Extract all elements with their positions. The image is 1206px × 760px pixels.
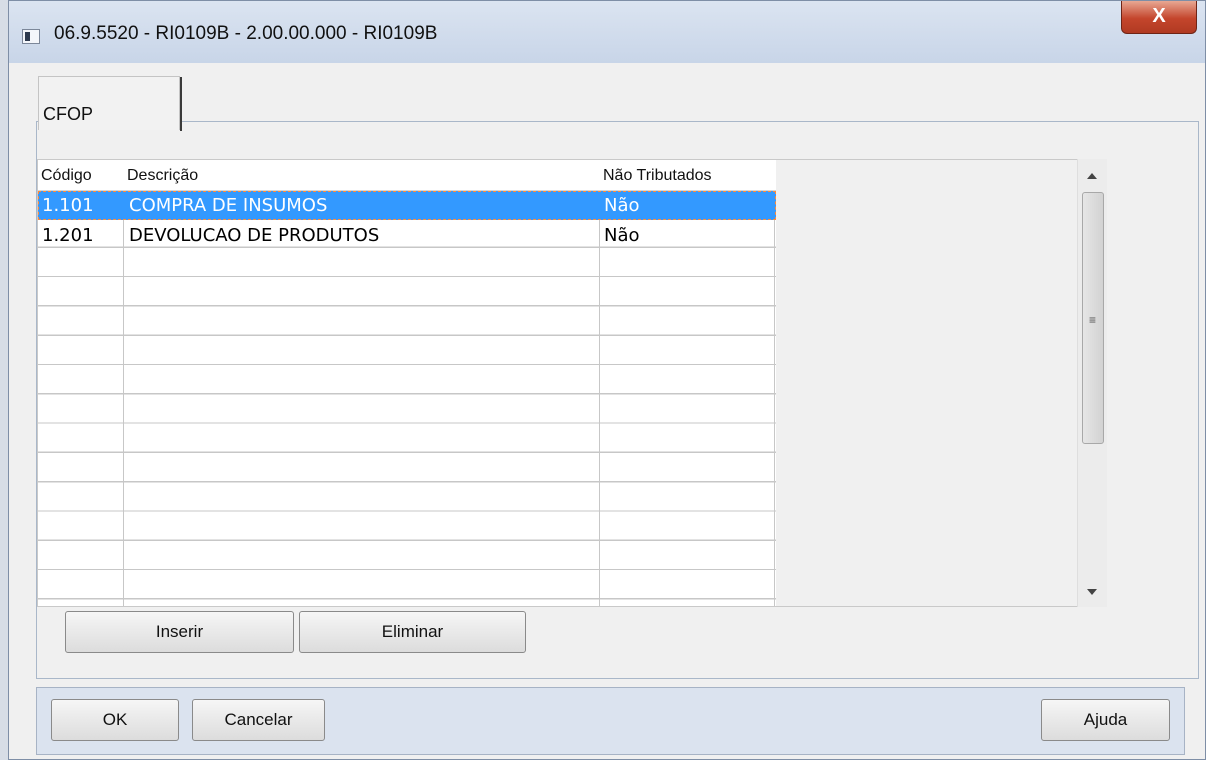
column-header-descricao[interactable]: Descrição [127, 167, 198, 185]
column-header-codigo[interactable]: Código [41, 167, 92, 185]
footer-bar: OK Cancelar Ajuda [36, 687, 1185, 755]
cell-descricao: COMPRA DE INSUMOS [129, 195, 328, 216]
tab-cfop-label: CFOP [43, 104, 94, 124]
delete-button[interactable]: Eliminar [299, 611, 526, 653]
close-button[interactable]: X [1121, 1, 1197, 34]
window-title: 06.9.5520 - RI0109B - 2.00.00.000 - RI01… [54, 23, 438, 44]
app-icon [22, 29, 40, 44]
ok-button[interactable]: OK [51, 699, 179, 741]
cell-nao-tributados: Não [604, 195, 640, 216]
tab-cfop[interactable]: CFOP [38, 76, 182, 131]
vertical-scrollbar[interactable]: ≡ [1077, 159, 1107, 607]
column-header-nao-tributados[interactable]: Não Tributados [603, 167, 712, 185]
grip-icon: ≡ [1089, 313, 1097, 327]
cell-codigo: 1.201 [42, 225, 94, 246]
scrollbar-thumb[interactable]: ≡ [1082, 192, 1104, 444]
table-row-selected[interactable]: 1.101 COMPRA DE INSUMOS Não [38, 191, 776, 220]
cell-nao-tributados: Não [604, 225, 640, 246]
cfop-grid: Código Descrição Não Tributados 1.101 CO… [37, 159, 1107, 607]
cell-descricao: DEVOLUCAO DE PRODUTOS [129, 225, 380, 246]
cell-codigo: 1.101 [42, 195, 94, 216]
help-button[interactable]: Ajuda [1041, 699, 1170, 741]
scroll-down-arrow-icon[interactable] [1087, 589, 1097, 595]
grid-header: Código Descrição Não Tributados [38, 160, 776, 191]
title-bar[interactable]: 06.9.5520 - RI0109B - 2.00.00.000 - RI01… [9, 1, 1205, 63]
client-area: CFOP Código Descrição Não Tributados 1.1… [9, 63, 1205, 759]
table-row[interactable]: 1.201 DEVOLUCAO DE PRODUTOS Não [38, 221, 776, 250]
dialog-window: 06.9.5520 - RI0109B - 2.00.00.000 - RI01… [8, 0, 1206, 760]
background-window-edge [0, 0, 8, 760]
cancel-button[interactable]: Cancelar [192, 699, 325, 741]
insert-button[interactable]: Inserir [65, 611, 294, 653]
scroll-up-arrow-icon[interactable] [1087, 173, 1097, 179]
